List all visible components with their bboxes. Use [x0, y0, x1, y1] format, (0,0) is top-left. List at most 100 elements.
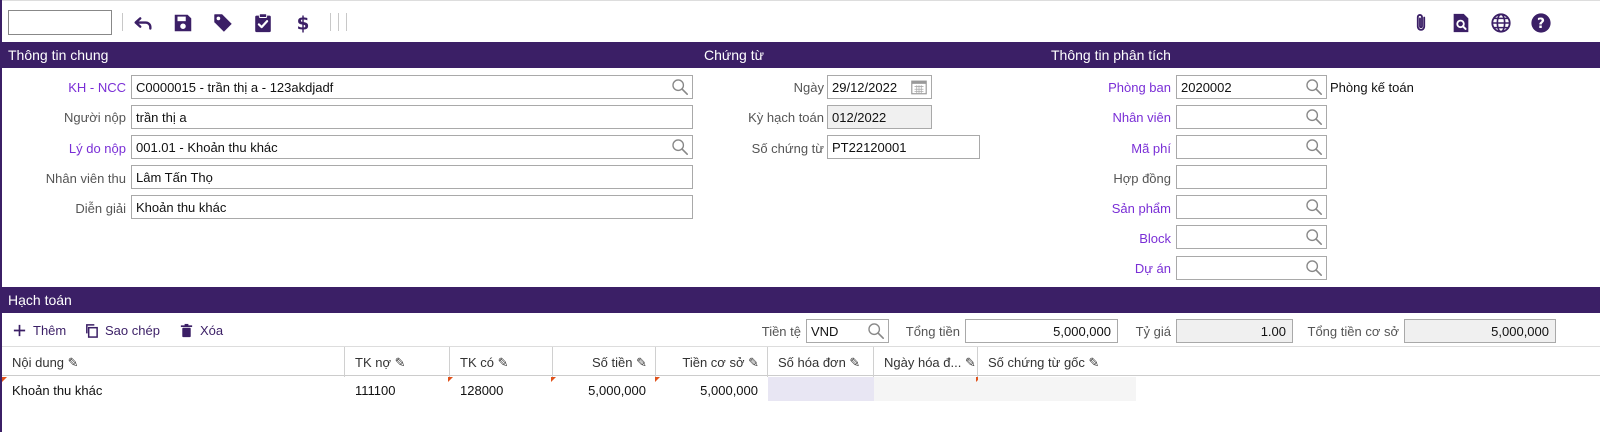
column-header-invoice-date[interactable]: Ngày hóa đ... ✎ — [874, 347, 978, 377]
staff-label[interactable]: Nhân viên — [1060, 110, 1171, 125]
document-search-icon[interactable] — [1448, 10, 1474, 36]
cell-debit[interactable]: 111100 — [345, 377, 450, 401]
add-button-label: Thêm — [33, 322, 67, 338]
department-value: 2020002 — [1181, 80, 1232, 95]
contract-label: Hợp đồng — [1113, 171, 1171, 186]
total-field[interactable]: 5,000,000 — [965, 319, 1118, 343]
block-field[interactable] — [1176, 225, 1327, 249]
date-value: 29/12/2022 — [832, 80, 898, 95]
delete-button[interactable]: Xóa — [179, 321, 223, 339]
copy-icon — [86, 323, 98, 338]
search-icon[interactable] — [671, 78, 689, 96]
department-label[interactable]: Phòng ban — [1060, 80, 1171, 95]
fee-code-field[interactable] — [1176, 135, 1327, 159]
svg-text:$: $ — [297, 13, 310, 34]
currency-field[interactable]: VND — [806, 319, 889, 343]
column-header-label: Số chứng từ gốc — [988, 355, 1085, 370]
cell-content[interactable]: Khoản thu khác — [2, 377, 345, 401]
reason-label[interactable]: Lý do nộp — [20, 141, 126, 156]
column-header-label: TK nợ — [355, 355, 391, 370]
dollar-icon[interactable]: $ — [290, 10, 316, 36]
customer-label[interactable]: KH - NCC — [20, 80, 126, 95]
column-header-credit[interactable]: TK có ✎ — [450, 347, 553, 377]
search-icon[interactable] — [867, 322, 885, 340]
toolbar-separator — [346, 13, 347, 31]
department-field[interactable]: 2020002 — [1176, 75, 1327, 99]
toolbar-separator — [338, 13, 339, 31]
total-label: Tổng tiền — [905, 324, 960, 339]
tag-icon[interactable] — [210, 10, 236, 36]
department-name: Phòng kế toán — [1330, 80, 1414, 95]
copy-button[interactable]: Sao chép — [84, 321, 160, 339]
voucher-number-field[interactable]: PT22120001 — [827, 135, 980, 159]
period-value: 012/2022 — [832, 110, 887, 125]
add-button[interactable]: Thêm — [12, 321, 66, 339]
section-title-voucher: Chứng từ — [704, 47, 764, 63]
column-header-invoice-number[interactable]: Số hóa đơn ✎ — [768, 347, 874, 377]
search-icon[interactable] — [1305, 228, 1323, 246]
voucher-number-value: PT22120001 — [832, 140, 907, 155]
section-title-general: Thông tin chung — [8, 47, 109, 63]
column-header-amount[interactable]: Số tiền ✎ — [553, 347, 656, 377]
delete-button-label: Xóa — [200, 322, 224, 338]
help-icon[interactable]: ? — [1528, 10, 1554, 36]
column-header-debit[interactable]: TK nợ ✎ — [345, 347, 450, 377]
clipboard-check-icon[interactable] — [250, 10, 276, 36]
search-icon[interactable] — [1305, 78, 1323, 96]
date-field[interactable]: 29/12/2022 — [827, 75, 932, 99]
cell-original-voucher[interactable] — [978, 377, 1136, 401]
cell-base-amount[interactable]: 5,000,000 — [656, 377, 768, 401]
contract-field[interactable] — [1176, 165, 1327, 189]
currency-value: VND — [811, 324, 839, 339]
toolbar: $ ? — [2, 0, 1600, 42]
collector-field[interactable]: Lâm Tấn Thọ — [131, 165, 693, 189]
payer-field[interactable]: trần thị a — [131, 105, 693, 129]
collector-value: Lâm Tấn Thọ — [136, 170, 213, 185]
project-field[interactable] — [1176, 256, 1327, 280]
base-total-value: 5,000,000 — [1491, 324, 1549, 339]
save-icon[interactable] — [170, 10, 196, 36]
search-icon[interactable] — [1305, 138, 1323, 156]
toolbar-separator — [122, 13, 123, 31]
fee-code-label[interactable]: Mã phí — [1060, 141, 1171, 156]
section-title-accounting: Hạch toán — [8, 292, 72, 308]
cell-credit[interactable]: 128000 — [450, 377, 553, 401]
cell-invoice-number[interactable] — [768, 377, 874, 401]
required-marker — [2, 377, 7, 382]
description-field[interactable]: Khoản thu khác — [131, 195, 693, 219]
calendar-icon[interactable] — [910, 78, 928, 96]
search-icon[interactable] — [1305, 198, 1323, 216]
column-header-original-voucher[interactable]: Số chứng từ gốc ✎ — [978, 347, 1136, 377]
customer-field[interactable]: C0000015 - trần thị a - 123akdjadf — [131, 75, 693, 99]
column-header-label: Ngày hóa đ... — [884, 355, 962, 370]
product-field[interactable] — [1176, 195, 1327, 219]
project-label[interactable]: Dự án — [1060, 261, 1171, 276]
block-label[interactable]: Block — [1060, 231, 1171, 246]
reason-value: 001.01 - Khoản thu khác — [136, 140, 278, 155]
date-label: Ngày — [793, 80, 824, 95]
exchange-rate-field: 1.00 — [1176, 319, 1293, 343]
globe-icon[interactable] — [1488, 10, 1514, 36]
trash-icon — [180, 323, 193, 337]
search-icon[interactable] — [671, 138, 689, 156]
undo-icon[interactable] — [130, 10, 156, 36]
voucher-number-label: Số chứng từ — [751, 141, 824, 156]
search-icon[interactable] — [1305, 108, 1323, 126]
base-total-field: 5,000,000 — [1404, 319, 1556, 343]
toolbar-search-input[interactable] — [8, 10, 112, 35]
total-value: 5,000,000 — [1053, 324, 1111, 339]
collector-label: Nhân viên thu — [45, 171, 126, 186]
cell-invoice-date[interactable] — [874, 377, 978, 401]
column-header-content[interactable]: Nội dung ✎ — [2, 347, 345, 377]
payer-label: Người nộp — [63, 110, 126, 125]
section-header-bar: Thông tin chung Chứng từ Thông tin phân … — [2, 42, 1600, 68]
exchange-rate-label: Tỷ giá — [1135, 324, 1171, 339]
product-label[interactable]: Sản phẩm — [1060, 201, 1171, 216]
paperclip-icon[interactable] — [1408, 10, 1434, 36]
column-header-base-amount[interactable]: Tiền cơ sở ✎ — [656, 347, 768, 377]
cell-amount[interactable]: 5,000,000 — [553, 377, 656, 401]
search-icon[interactable] — [1305, 259, 1323, 277]
column-header-label: TK có — [460, 355, 494, 370]
reason-field[interactable]: 001.01 - Khoản thu khác — [131, 135, 693, 159]
staff-field[interactable] — [1176, 105, 1327, 129]
